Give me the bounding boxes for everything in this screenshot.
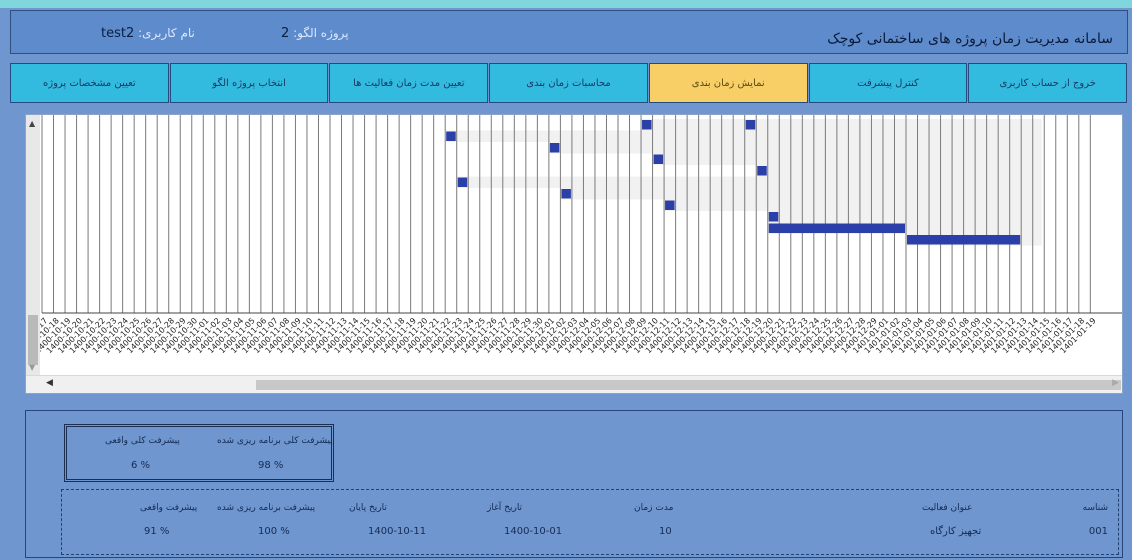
cell-start: 1400-10-01	[504, 526, 563, 537]
cell-title: تجهیز کارگاه	[930, 526, 982, 537]
scroll-down-icon[interactable]: ▼	[29, 363, 35, 372]
user-value: test2	[101, 26, 135, 41]
project-info: پروژه الگو: 2	[281, 26, 349, 41]
gantt-bar	[757, 166, 767, 176]
cell-actual: % 91	[144, 526, 170, 537]
col-header-actual: پیشرفت واقعی	[140, 503, 198, 513]
gantt-bar	[745, 120, 756, 130]
actual-progress-label: پیشرفت کلی واقعی	[105, 436, 180, 446]
cell-end: 1400-10-11	[368, 526, 427, 537]
gantt-bar	[549, 143, 560, 153]
col-header-start: تاریخ آغاز	[487, 503, 523, 513]
app-title: سامانه مدیریت زمان پروژه های ساختمانی کو…	[827, 31, 1113, 47]
gantt-chart: 1400-10-171400-10-181400-10-191400-10-20…	[25, 114, 1123, 394]
gantt-bar	[768, 212, 779, 222]
col-header-end: تاریخ پایان	[349, 503, 387, 513]
user-info: نام کاربری: test2	[101, 26, 195, 41]
col-header-id: شناسه	[1082, 503, 1108, 513]
gantt-bar	[446, 131, 456, 141]
tab-show-schedule[interactable]: نمایش زمان بندی	[648, 63, 808, 103]
gantt-bar	[457, 177, 468, 187]
gantt-row-band	[744, 119, 1042, 131]
col-header-title: عنوان فعالیت	[922, 503, 973, 513]
scroll-up-icon[interactable]: ▲	[29, 119, 35, 128]
horizontal-scroll-thumb[interactable]	[256, 380, 1121, 390]
gantt-row-band	[456, 176, 1042, 188]
tab-scheduling-calc[interactable]: محاسبات زمان بندی	[489, 63, 648, 103]
user-label: نام کاربری:	[138, 26, 195, 40]
col-header-duration: مدت زمان	[634, 503, 674, 513]
col-header-planned: پیشرفت برنامه ریزی شده	[217, 503, 316, 513]
gantt-row-band	[652, 153, 1042, 165]
actual-progress-value: % 6	[131, 460, 151, 471]
gantt-bar	[907, 235, 1021, 245]
overall-progress-box: پیشرفت کلی برنامه ریزی شده پیشرفت کلی وا…	[64, 424, 334, 482]
main-nav: تعیین مشخصات پروژه انتخاب پروژه الگو تعی…	[10, 63, 1128, 103]
gantt-row-band	[548, 142, 1042, 154]
vertical-scroll-thumb[interactable]	[28, 315, 38, 365]
gantt-row-band	[756, 165, 1042, 177]
cell-duration: 10	[659, 526, 672, 537]
tab-activity-durations[interactable]: تعیین مدت زمان فعالیت ها	[329, 63, 489, 103]
gantt-row-band	[767, 211, 1042, 223]
activity-table: شناسه عنوان فعالیت مدت زمان تاریخ آغاز ت…	[61, 489, 1119, 555]
gantt-bar	[653, 154, 664, 164]
tab-logout[interactable]: خروج از حساب کاربری	[968, 63, 1128, 103]
cell-planned: % 100	[258, 526, 290, 537]
gantt-row-band	[664, 199, 1042, 211]
horizontal-scrollbar[interactable]: ◀ ▶	[26, 375, 1122, 393]
project-label: پروژه الگو:	[293, 26, 349, 40]
gantt-svg: 1400-10-171400-10-181400-10-191400-10-20…	[26, 115, 1122, 355]
vertical-scrollbar[interactable]: ▲ ▼	[26, 115, 40, 375]
progress-panel: پیشرفت کلی برنامه ریزی شده پیشرفت کلی وا…	[25, 410, 1123, 558]
cell-id: 001	[1088, 526, 1108, 537]
scroll-right-icon[interactable]: ▶	[1112, 378, 1119, 388]
gantt-row-band	[560, 188, 1042, 200]
app-header: نام کاربری: test2 پروژه الگو: 2 سامانه م…	[10, 10, 1128, 54]
tab-select-template[interactable]: انتخاب پروژه الگو	[169, 63, 329, 103]
gantt-bar	[642, 120, 652, 130]
gantt-bar	[768, 223, 905, 233]
planned-progress-value: % 98	[258, 460, 284, 471]
top-accent-bar	[0, 0, 1132, 8]
gantt-bar	[665, 200, 675, 210]
tab-progress-control[interactable]: کنترل پیشرفت	[808, 63, 968, 103]
scroll-left-icon[interactable]: ◀	[46, 378, 53, 388]
planned-progress-label: پیشرفت کلی برنامه ریزی شده	[217, 436, 333, 446]
project-value: 2	[281, 26, 290, 41]
gantt-bar	[561, 189, 571, 199]
tab-project-specs[interactable]: تعیین مشخصات پروژه	[10, 63, 169, 103]
